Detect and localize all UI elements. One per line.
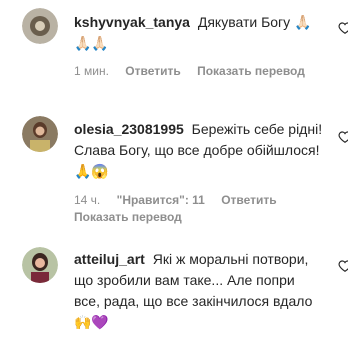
avatar[interactable] <box>22 247 58 283</box>
avatar[interactable] <box>22 116 58 152</box>
comment-text-block: kshyvnyak_tanya Дякувати Богу 🙏🏻 🙏🏻🙏🏻 <box>74 12 324 54</box>
comment-time: 14 ч. <box>74 193 101 207</box>
translate-button[interactable]: Показать перевод <box>74 209 182 225</box>
translate-button[interactable]: Показать перевод <box>197 64 305 78</box>
comment-item: olesia_23081995 Бережіть себе рідні! Сла… <box>0 115 348 235</box>
reply-button[interactable]: Ответить <box>125 64 180 78</box>
heart-outline-icon[interactable] <box>338 21 348 35</box>
comment-meta: 14 ч. "Нравится": 11 Ответить <box>74 192 290 208</box>
heart-outline-icon[interactable] <box>338 259 348 273</box>
comment-username[interactable]: olesia_23081995 <box>74 121 184 137</box>
likes-count[interactable]: "Нравится": 11 <box>117 193 205 207</box>
comment-meta: 1 мин. Ответить Показать перевод <box>74 63 318 79</box>
comment-username[interactable]: kshyvnyak_tanya <box>74 14 190 30</box>
comment-text-block: atteiluj_art Які ж моральні потвори, що … <box>74 249 324 333</box>
reply-button[interactable]: Ответить <box>221 193 276 207</box>
heart-outline-icon[interactable] <box>338 130 348 144</box>
comment-text-block: olesia_23081995 Бережіть себе рідні! Сла… <box>74 119 324 182</box>
comment-item: kshyvnyak_tanya Дякувати Богу 🙏🏻 🙏🏻🙏🏻 1 … <box>0 0 348 100</box>
comment-time: 1 мин. <box>74 64 109 78</box>
comment-item: atteiluj_art Які ж моральні потвори, що … <box>0 242 348 342</box>
comment-username[interactable]: atteiluj_art <box>74 251 145 267</box>
avatar[interactable] <box>22 8 58 44</box>
